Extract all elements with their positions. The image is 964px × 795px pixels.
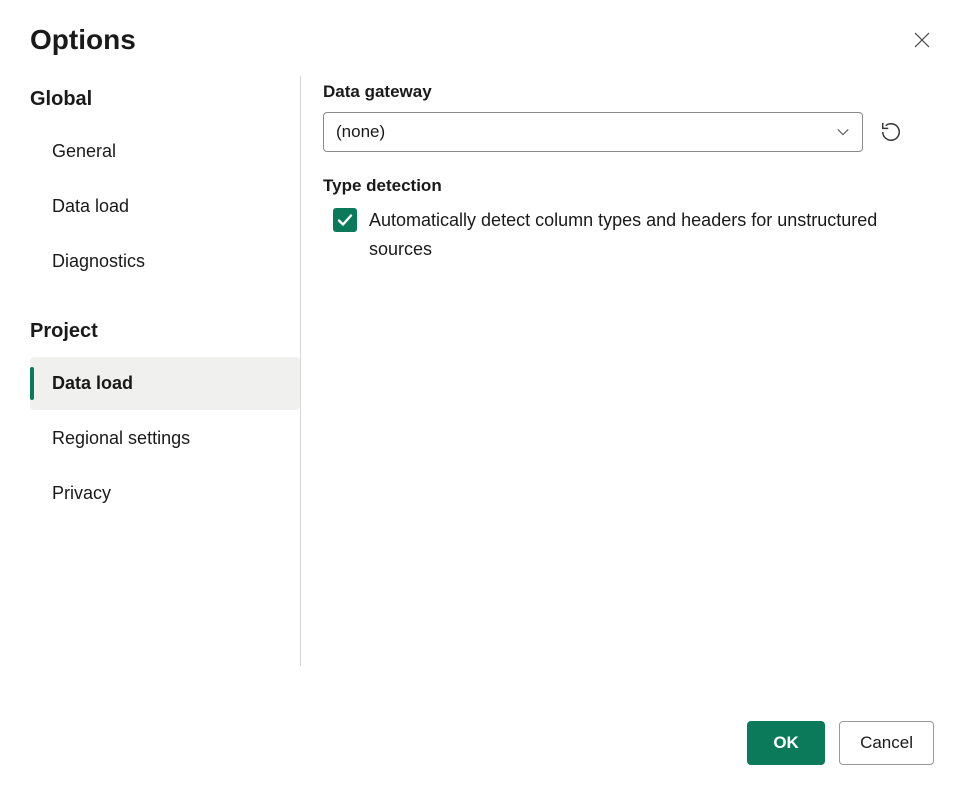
dialog-title: Options — [30, 24, 136, 56]
cancel-button[interactable]: Cancel — [839, 721, 934, 765]
check-icon — [337, 212, 353, 228]
sidebar: Global General Data load Diagnostics Pro… — [30, 68, 300, 666]
ok-button[interactable]: OK — [747, 721, 825, 765]
sidebar-item-regional-settings[interactable]: Regional settings — [30, 412, 300, 465]
sidebar-item-project-data-load[interactable]: Data load — [30, 357, 300, 410]
data-gateway-value: (none) — [336, 122, 385, 142]
section-global-label: Global — [30, 88, 300, 111]
close-icon — [914, 32, 930, 48]
sidebar-item-privacy[interactable]: Privacy — [30, 467, 300, 520]
vertical-divider — [300, 76, 301, 666]
auto-detect-label: Automatically detect column types and he… — [369, 206, 929, 264]
type-detection-label: Type detection — [323, 176, 934, 196]
sidebar-item-diagnostics[interactable]: Diagnostics — [30, 235, 300, 288]
data-gateway-select[interactable]: (none) — [323, 112, 863, 152]
refresh-button[interactable] — [877, 118, 905, 146]
close-button[interactable] — [910, 28, 934, 52]
auto-detect-checkbox[interactable] — [333, 208, 357, 232]
section-project-label: Project — [30, 320, 300, 343]
refresh-icon — [880, 121, 902, 143]
content-pane: Data gateway (none) Type detection — [323, 68, 934, 666]
data-gateway-label: Data gateway — [323, 82, 934, 102]
sidebar-item-global-data-load[interactable]: Data load — [30, 180, 300, 233]
sidebar-item-general[interactable]: General — [30, 125, 300, 178]
chevron-down-icon — [836, 125, 850, 139]
